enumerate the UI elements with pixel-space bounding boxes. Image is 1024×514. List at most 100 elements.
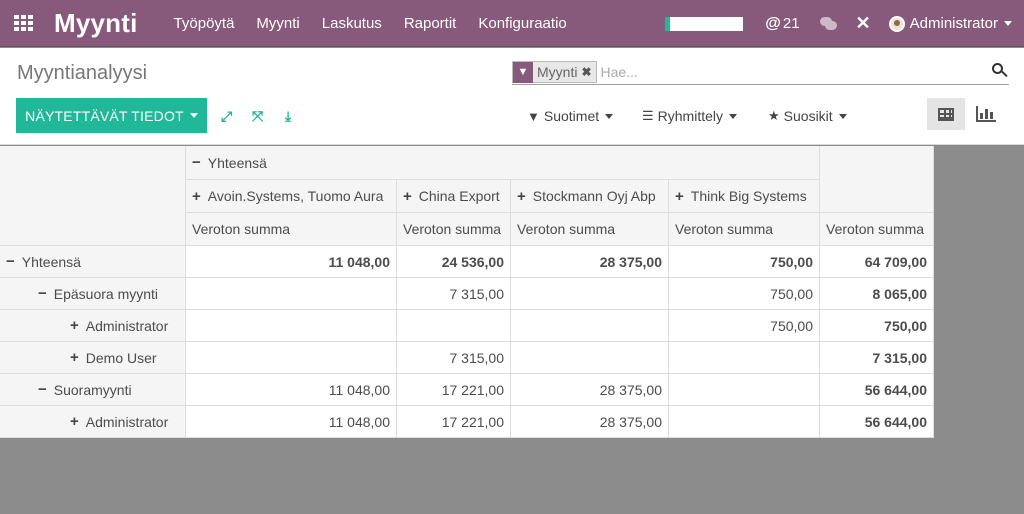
mentions-button[interactable]: @ 21 [765,15,799,33]
pivot-cell[interactable] [669,374,820,406]
pivot-total-cell[interactable]: 64 709,00 [820,246,934,278]
pivot-cell[interactable]: 11 048,00 [186,406,397,438]
col-header-total-spacer [820,146,934,213]
pivot-cell[interactable]: 17 221,00 [397,406,511,438]
col-header-label: Stockmann Oyj Abp [532,188,656,204]
menu-item-konfiguraatio[interactable]: Konfiguraatio [478,15,566,32]
menu-item-tyopoyta[interactable]: Työpöytä [174,15,235,32]
user-menu[interactable]: Administrator [888,15,1012,32]
measure-header[interactable]: Veroton summa [186,213,397,246]
graph-view-button[interactable] [967,98,1005,130]
star-icon: ★ [768,108,780,123]
search-input[interactable] [600,64,971,80]
row-header[interactable]: − Suoramyynti [0,374,186,406]
pivot-cell[interactable] [511,310,669,342]
pivot-cell[interactable]: 750,00 [669,310,820,342]
at-icon: @ [765,14,781,32]
menu-item-raportit[interactable]: Raportit [404,15,457,32]
pivot-cell[interactable]: 7 315,00 [397,342,511,374]
groupby-dropdown[interactable]: ☰ Ryhmittely [642,108,738,124]
apps-grid-icon[interactable] [14,15,34,31]
row-header-label: Administrator [85,317,169,334]
expand-all-icon[interactable]: ⤧ [252,108,263,125]
row-header[interactable]: + Administrator [0,310,186,342]
measure-header[interactable]: Veroton summa [820,213,934,246]
chevron-down-icon [1004,21,1012,26]
row-header[interactable]: + Administrator [0,406,186,438]
measure-header[interactable]: Veroton summa [669,213,820,246]
close-icon[interactable]: ✖ [581,65,595,79]
pivot-total-cell[interactable]: 56 644,00 [820,374,934,406]
expand-icon: + [70,349,79,366]
pivot-total-cell[interactable]: 7 315,00 [820,342,934,374]
expand-icon: + [517,187,526,205]
chevron-down-icon [605,113,614,119]
col-header-label: China Export [418,188,500,204]
pivot-cell[interactable]: 11 048,00 [186,246,397,278]
filters-dropdown[interactable]: ▼ Suotimet [527,108,614,124]
pivot-cell[interactable] [669,406,820,438]
pivot-corner-cell [0,146,186,246]
facet-value: Myynti [537,64,578,80]
col-header-group[interactable]: + Stockmann Oyj Abp [511,180,669,213]
pivot-cell[interactable] [186,310,397,342]
pivot-cell[interactable]: 24 536,00 [397,246,511,278]
pivot-total-cell[interactable]: 56 644,00 [820,406,934,438]
pivot-table: − Yhteensä + Avoin.Systems, Tuomo Aura +… [0,146,934,438]
pivot-total-cell[interactable]: 8 065,00 [820,278,934,310]
pivot-cell[interactable]: 28 375,00 [511,406,669,438]
tools-icon[interactable]: ✕ [856,13,871,34]
col-header-group[interactable]: + Think Big Systems [669,180,820,213]
measure-header[interactable]: Veroton summa [511,213,669,246]
row-header[interactable]: + Demo User [0,342,186,374]
chat-icon[interactable] [819,16,838,31]
pivot-cell[interactable] [511,342,669,374]
row-header[interactable]: − Yhteensä [0,246,186,278]
control-panel: Myyntianalyysi ▼ Myynti ✖ NÄYTETTÄVÄT TI… [0,48,1024,145]
pivot-cell[interactable]: 750,00 [669,278,820,310]
col-header-total[interactable]: − Yhteensä [186,146,820,180]
pivot-cell[interactable]: 28 375,00 [511,246,669,278]
menu-item-myynti[interactable]: Myynti [256,15,299,32]
pivot-cell[interactable]: 750,00 [669,246,820,278]
row-header-label: Demo User [85,349,157,366]
pivot-cell[interactable]: 11 048,00 [186,374,397,406]
search-facet[interactable]: ▼ Myynti ✖ [512,61,597,83]
menu-item-laskutus[interactable]: Laskutus [322,15,382,32]
pivot-cell[interactable]: 28 375,00 [511,374,669,406]
row-header-label: Suoramyynti [53,381,132,398]
pivot-cell[interactable] [186,278,397,310]
filter-icon: ▼ [513,61,533,83]
row-header[interactable]: − Epäsuora myynti [0,278,186,310]
chevron-down-icon [189,113,198,118]
row-header-label: Administrator [85,413,169,430]
main-menu: Työpöytä Myynti Laskutus Raportit Konfig… [174,15,589,32]
col-header-label: Think Big Systems [690,188,807,204]
groupby-label: Ryhmittely [657,108,724,124]
chevron-down-icon [838,113,847,119]
pivot-cell[interactable] [397,310,511,342]
pivot-cell[interactable] [186,342,397,374]
collapse-icon: − [6,253,15,270]
pivot-total-cell[interactable]: 750,00 [820,310,934,342]
app-brand: Myynti [54,7,138,38]
collapse-icon: − [38,381,47,398]
col-header-group[interactable]: + Avoin.Systems, Tuomo Aura [186,180,397,213]
measures-button[interactable]: NÄYTETTÄVÄT TIEDOT [16,98,207,133]
pivot-cell[interactable]: 7 315,00 [397,278,511,310]
pivot-cell[interactable] [669,342,820,374]
pivot-view-button[interactable] [927,98,965,130]
favorites-dropdown[interactable]: ★ Suosikit [768,108,847,124]
row-header-label: Yhteensä [21,253,81,270]
col-header-group[interactable]: + China Export [397,180,511,213]
flip-axis-icon[interactable]: ⤢ [221,108,232,125]
search-bar: ▼ Myynti ✖ [512,60,1009,85]
pivot-cell[interactable] [511,278,669,310]
pivot-cell[interactable]: 17 221,00 [397,374,511,406]
download-icon[interactable]: ⤓ [285,108,291,125]
onboarding-progress-bar[interactable] [665,16,744,31]
measure-header[interactable]: Veroton summa [397,213,511,246]
table-icon [938,107,954,121]
search-icon[interactable] [991,62,1009,80]
expand-icon: + [70,413,79,430]
